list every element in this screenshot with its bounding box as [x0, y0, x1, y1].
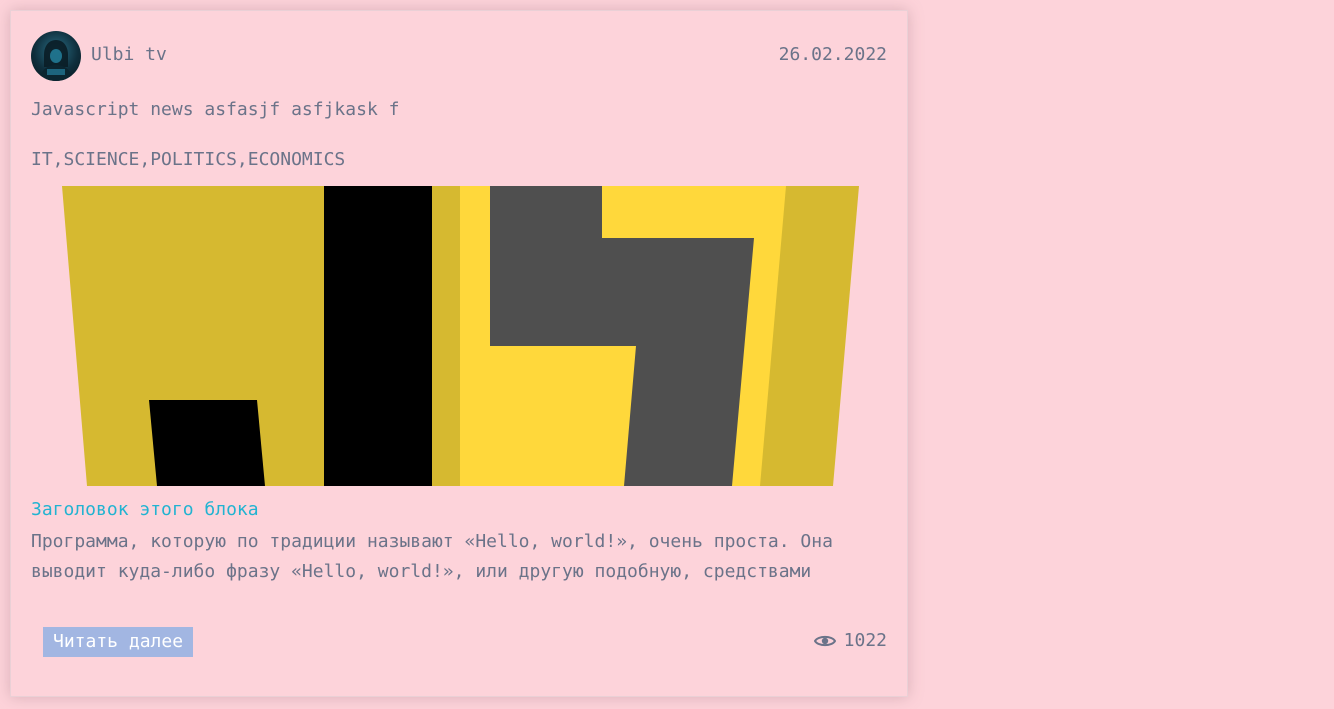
hooded-figure-icon	[39, 40, 73, 81]
block-heading: Заголовок этого блока	[31, 499, 259, 520]
author-name[interactable]: Ulbi tv	[91, 44, 167, 65]
javascript-logo-cover-image	[62, 186, 859, 486]
author-avatar[interactable]	[31, 31, 81, 81]
eye-icon	[813, 635, 836, 646]
post-title: Javascript news asfasjf asfjkask f	[31, 99, 400, 120]
read-more-button[interactable]: Читать далее	[43, 627, 194, 657]
post-card: Ulbi tv 26.02.2022 Javascript news asfas…	[10, 10, 908, 697]
views-count: 1022	[843, 630, 887, 651]
post-tags: IT,SCIENCE,POLITICS,ECONOMICS	[31, 149, 346, 170]
block-text: Программа, которую по традиции называют …	[31, 531, 833, 582]
views-counter: 1022	[813, 630, 887, 651]
post-date: 26.02.2022	[778, 44, 887, 65]
